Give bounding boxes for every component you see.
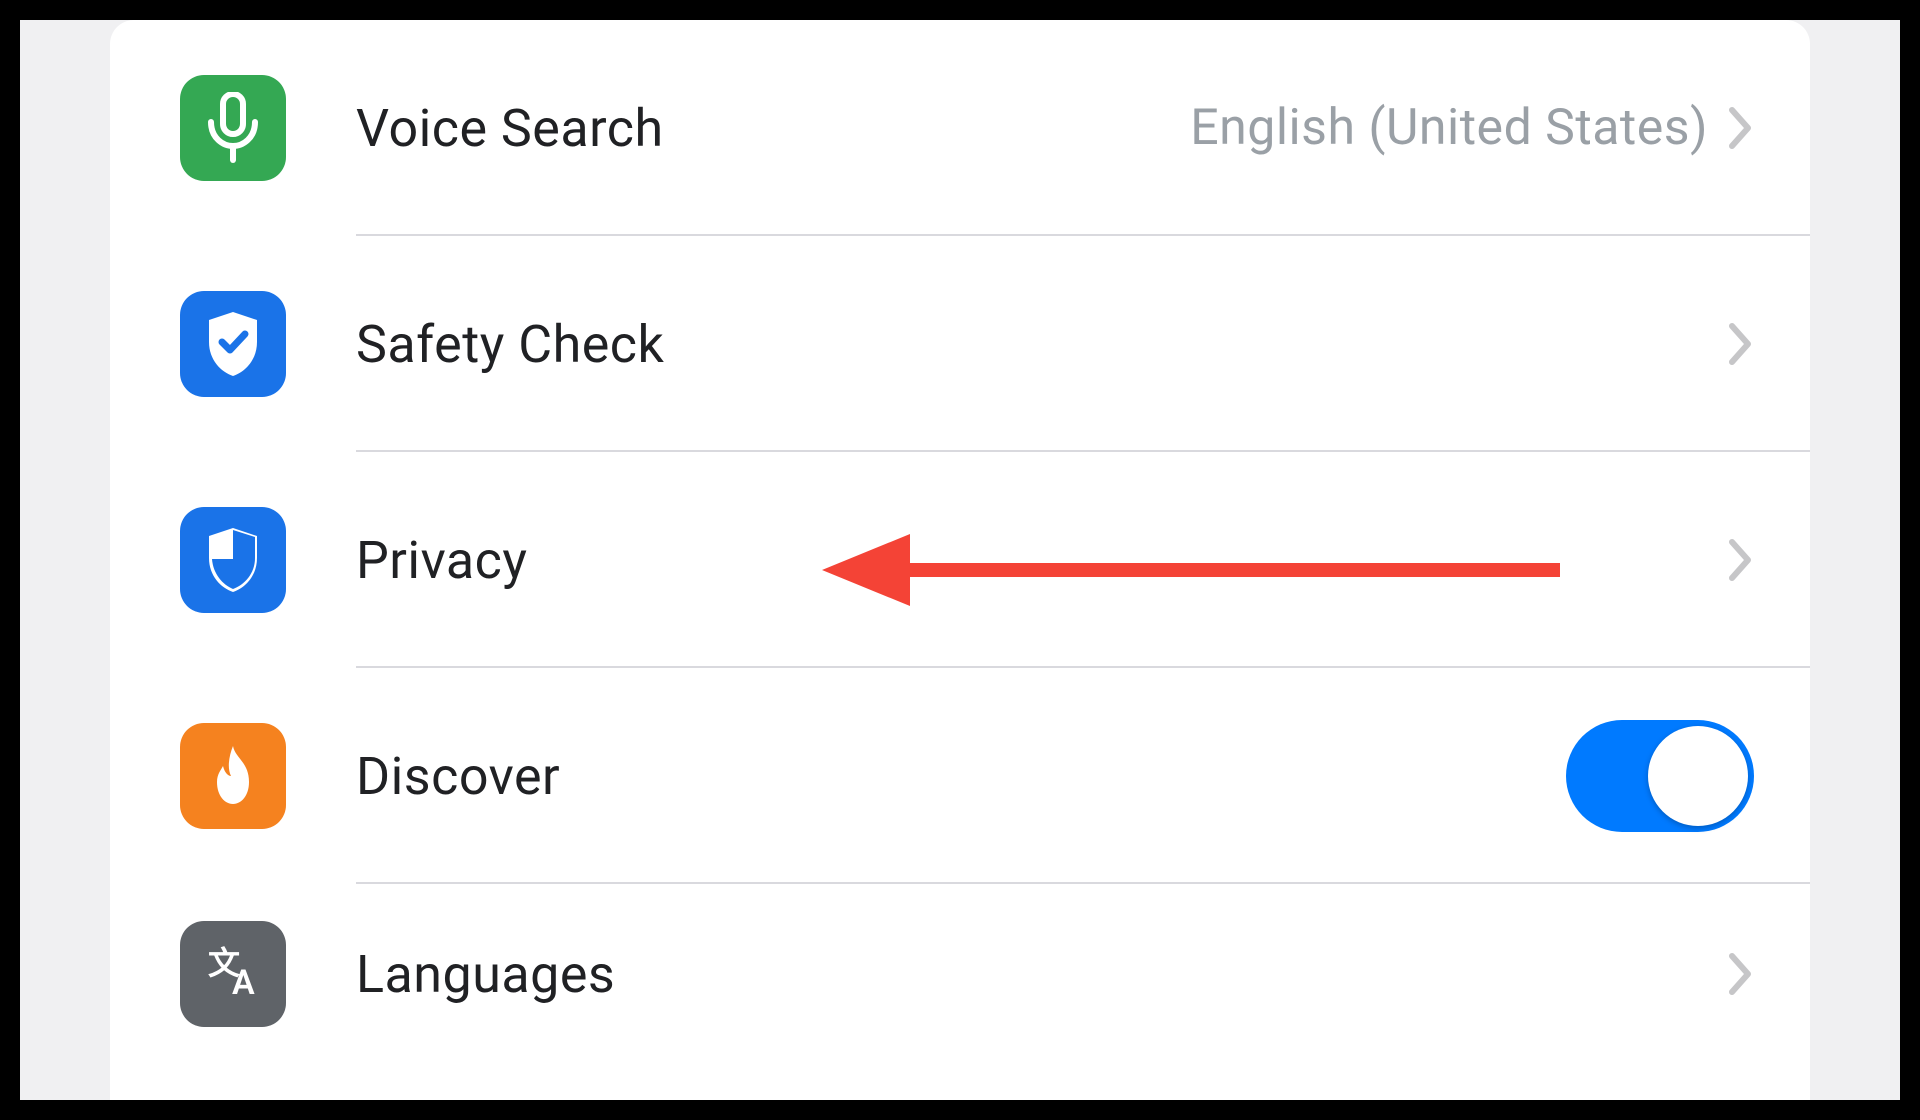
chevron-right-icon xyxy=(1728,322,1754,366)
chevron-right-icon xyxy=(1728,952,1754,996)
flame-icon xyxy=(180,723,286,829)
row-label: Privacy xyxy=(356,530,1728,591)
row-value: English (United States) xyxy=(1190,99,1708,157)
svg-text:A: A xyxy=(232,963,255,1003)
row-label: Safety Check xyxy=(356,314,1728,375)
row-label: Languages xyxy=(356,944,1728,1005)
row-label: Discover xyxy=(356,746,1566,807)
screenshot-frame: Voice Search English (United States) Saf… xyxy=(20,20,1900,1100)
settings-row-privacy[interactable]: Privacy xyxy=(110,452,1810,668)
discover-toggle[interactable] xyxy=(1566,720,1754,832)
settings-panel: Voice Search English (United States) Saf… xyxy=(110,20,1810,1100)
translate-icon: 文 A xyxy=(180,921,286,1027)
toggle-knob xyxy=(1648,726,1748,826)
settings-row-discover[interactable]: Discover xyxy=(110,668,1810,884)
chevron-right-icon xyxy=(1728,538,1754,582)
shield-check-icon xyxy=(180,291,286,397)
settings-row-languages[interactable]: 文 A Languages xyxy=(110,884,1810,1064)
microphone-icon xyxy=(180,75,286,181)
settings-row-safety-check[interactable]: Safety Check xyxy=(110,236,1810,452)
settings-list: Voice Search English (United States) Saf… xyxy=(110,20,1810,1064)
settings-row-voice-search[interactable]: Voice Search English (United States) xyxy=(110,20,1810,236)
chevron-right-icon xyxy=(1728,106,1754,150)
shield-privacy-icon xyxy=(180,507,286,613)
row-label: Voice Search xyxy=(356,98,1190,159)
